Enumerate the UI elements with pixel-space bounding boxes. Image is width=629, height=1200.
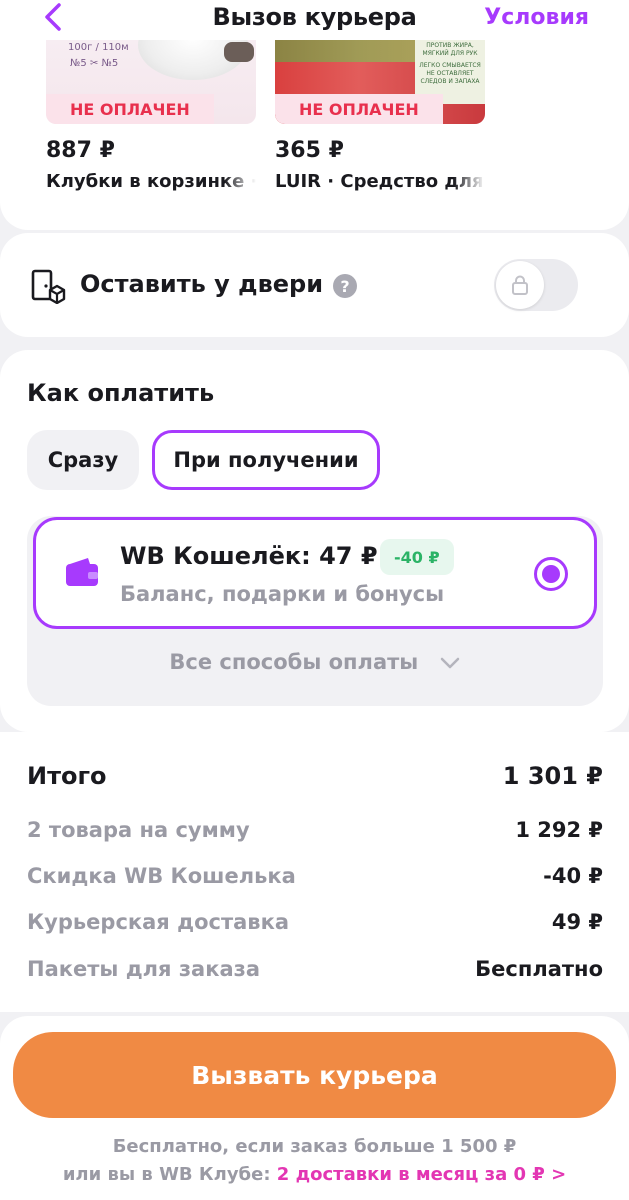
wallet-discount-badge: -40 ₽	[380, 539, 454, 575]
wallet-subtitle: Баланс, подарки и бонусы	[120, 582, 445, 606]
payment-card: Как оплатить Сразу При получении WB Коше…	[0, 350, 629, 732]
chevron-down-icon	[440, 657, 459, 669]
free-delivery-note-line: Бесплатно, если заказ больше 1 500 ₽	[112, 1136, 517, 1157]
toggle-knob	[496, 261, 544, 309]
product-price: 887 ₽	[46, 138, 115, 163]
summary-label: Пакеты для заказа	[27, 957, 261, 981]
total-value: 1 301 ₽	[502, 762, 603, 790]
summary-label: Скидка WB Кошелька	[27, 864, 296, 888]
summary-row-items: 2 товара на сумму 1 292 ₽	[27, 818, 603, 842]
unpaid-badge: НЕ ОПЛАЧЕН	[275, 94, 443, 124]
tab-pay-on-receipt[interactable]: При получении	[152, 430, 380, 490]
page-title: Вызов курьера	[212, 3, 417, 31]
summary-value: -40 ₽	[543, 864, 603, 888]
total-row: Итого 1 301 ₽	[27, 762, 603, 790]
product-name: LUIR · Средство для	[275, 171, 484, 192]
summary-row-bags: Пакеты для заказа Бесплатно	[27, 957, 603, 981]
summary-value: Бесплатно	[475, 957, 603, 981]
product-card[interactable]: ПРОТИВ ЖИРА, МЯГКИЙ ДЛЯ РУК ЛЕГКО СМЫВАЕ…	[275, 40, 485, 192]
product-price: 365 ₽	[275, 138, 344, 163]
lock-icon	[512, 275, 528, 295]
wallet-icon	[66, 558, 98, 586]
tab-pay-now[interactable]: Сразу	[27, 430, 139, 490]
door-package-icon	[31, 269, 66, 304]
summary-row-wallet-discount: Скидка WB Кошелька -40 ₽	[27, 864, 603, 888]
wallet-title: WB Кошелёк: 47 ₽	[120, 542, 378, 570]
wallet-radio[interactable]	[534, 557, 568, 591]
summary-value: 49 ₽	[551, 910, 603, 934]
leave-at-door-toggle[interactable]	[494, 259, 578, 311]
summary-value: 1 292 ₽	[515, 818, 603, 842]
free-delivery-note-prefix: или вы в WB Клубе:	[62, 1164, 277, 1185]
bottom-bar: Вызвать курьера Бесплатно, если заказ бо…	[0, 1016, 629, 1200]
product-card[interactable]: 100г / 110м №5 ✂ №5 НЕ ОПЛАЧЕН 887 ₽ Клу…	[46, 40, 256, 192]
call-courier-button[interactable]: Вызвать курьера	[13, 1032, 616, 1118]
summary-label: Курьерская доставка	[27, 910, 289, 934]
back-button[interactable]	[38, 2, 68, 32]
leave-at-door-label: Оставить у двери	[80, 270, 324, 298]
unpaid-badge: НЕ ОПЛАЧЕН	[46, 94, 214, 124]
all-payment-methods-label: Все способы оплаты	[169, 650, 419, 674]
chevron-left-icon	[45, 3, 61, 31]
wb-wallet-option[interactable]: WB Кошелёк: 47 ₽ -40 ₽ Баланс, подарки и…	[33, 517, 597, 629]
wb-club-link[interactable]: 2 доставки в месяц за 0 ₽ >	[277, 1164, 566, 1185]
total-label: Итого	[27, 762, 107, 790]
payment-title: Как оплатить	[27, 379, 215, 407]
summary-label: 2 товара на сумму	[27, 818, 250, 842]
product-image-caption: №5 ✂ №5	[70, 58, 119, 69]
order-summary: Итого 1 301 ₽ 2 товара на сумму 1 292 ₽ …	[0, 732, 629, 1012]
help-icon[interactable]: ?	[333, 274, 357, 298]
product-image-caption: 100г / 110м	[68, 42, 129, 53]
product-image: 100г / 110м №5 ✂ №5 НЕ ОПЛАЧЕН	[46, 40, 256, 124]
summary-row-delivery: Курьерская доставка 49 ₽	[27, 910, 603, 934]
product-name: Клубки в корзинке ·	[46, 171, 256, 192]
all-payment-methods-button[interactable]: Все способы оплаты	[0, 650, 629, 674]
products-card: 100г / 110м №5 ✂ №5 НЕ ОПЛАЧЕН 887 ₽ Клу…	[0, 40, 629, 230]
header: Вызов курьера Условия	[0, 0, 629, 40]
product-image: ПРОТИВ ЖИРА, МЯГКИЙ ДЛЯ РУК ЛЕГКО СМЫВАЕ…	[275, 40, 485, 124]
free-delivery-note: Бесплатно, если заказ больше 1 500 ₽ или…	[0, 1133, 629, 1189]
leave-at-door-row: Оставить у двери ?	[0, 233, 629, 337]
terms-link[interactable]: Условия	[484, 5, 589, 30]
